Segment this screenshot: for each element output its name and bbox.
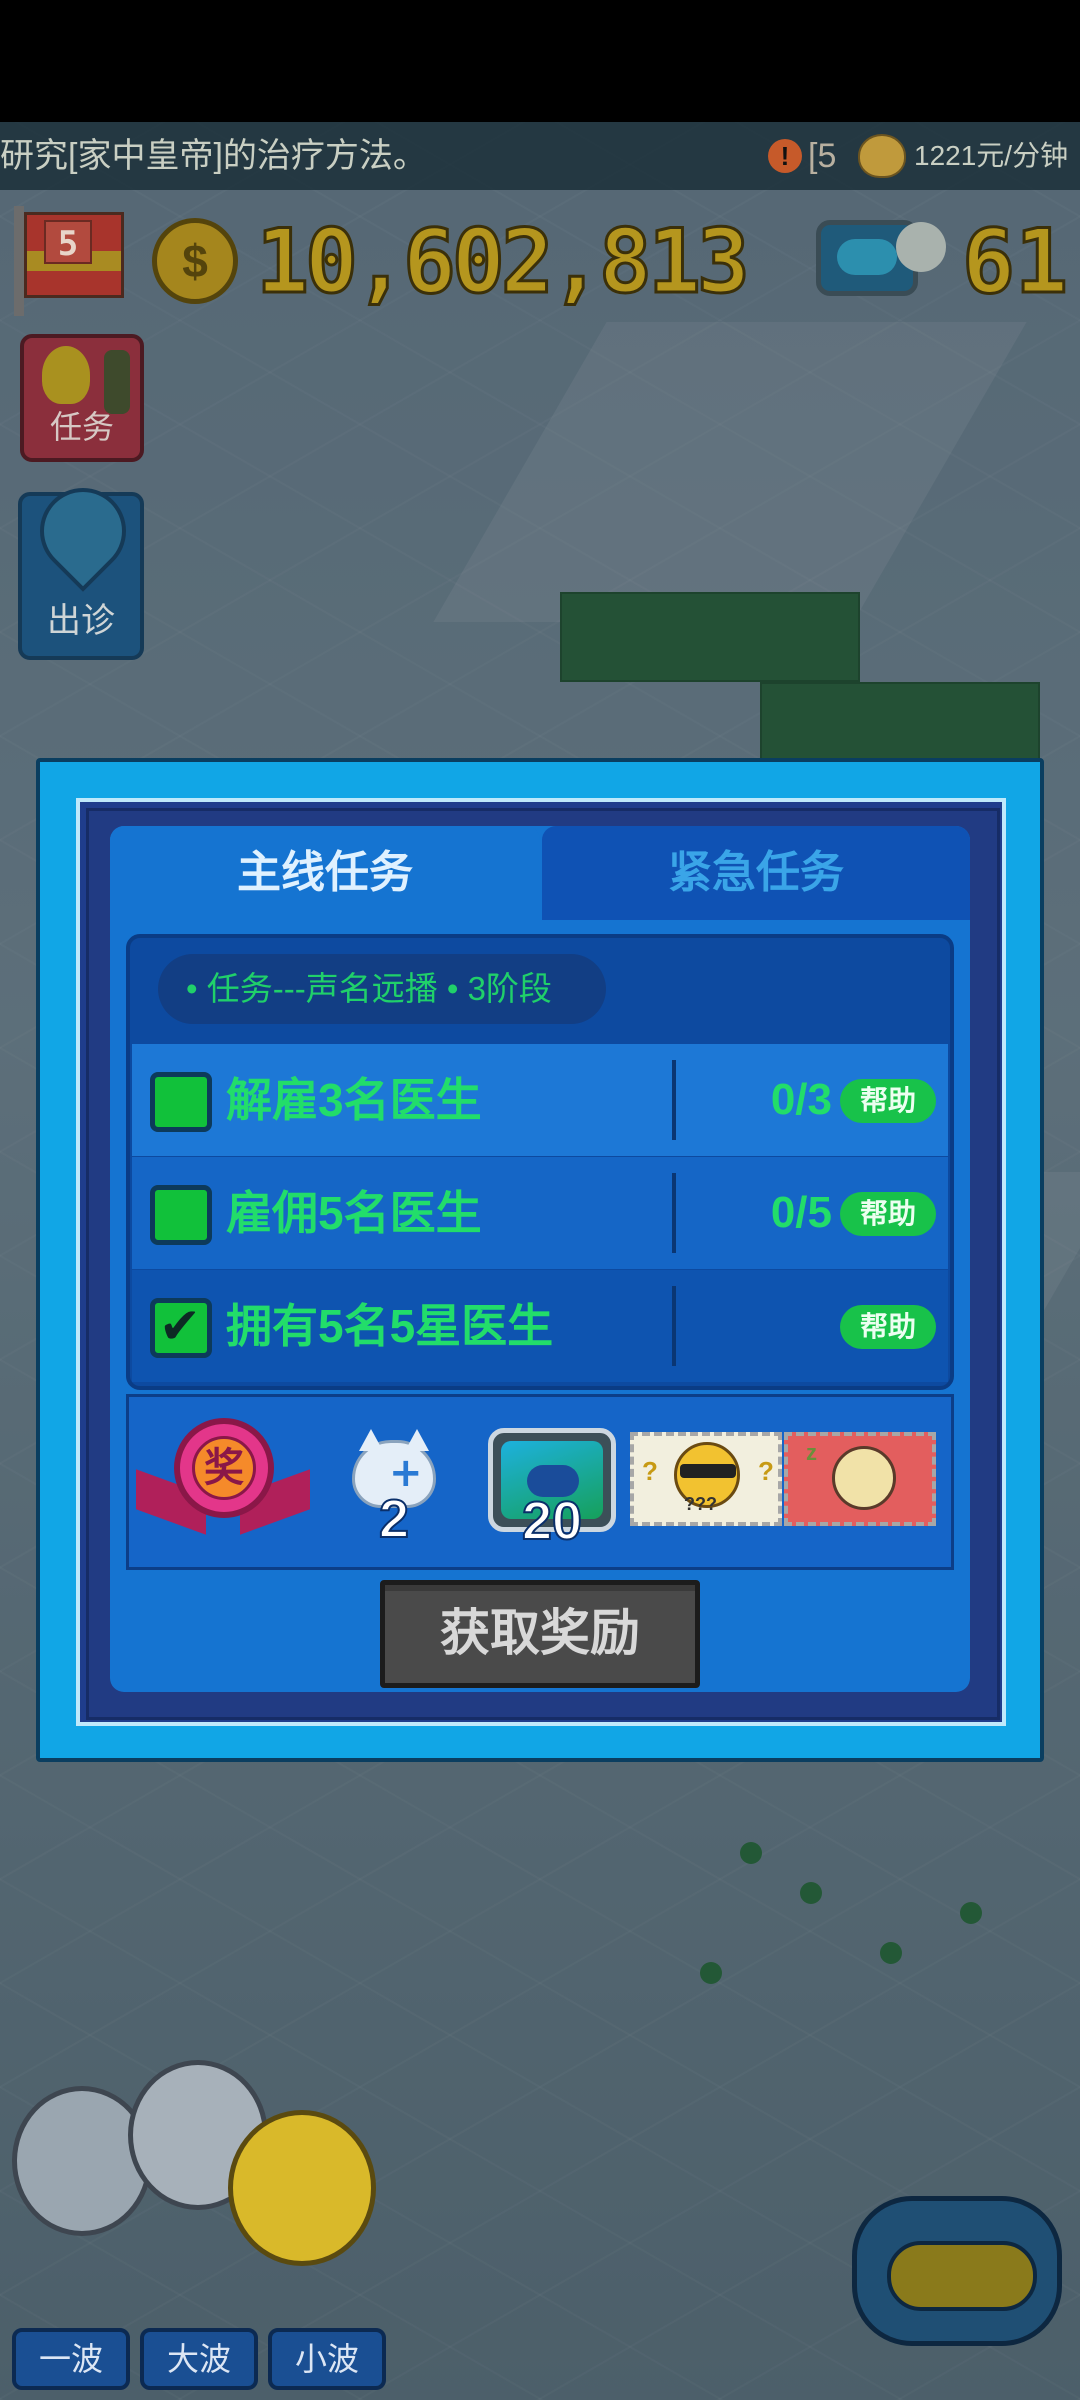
lightbulb-character-icon [12, 2086, 152, 2236]
task-stage-title: • 任务---声名远播 • 3阶段 [158, 954, 606, 1024]
task-checkbox-checked: ✔ [150, 1297, 212, 1358]
plus-icon: + [389, 1450, 423, 1496]
sunglasses-icon [680, 1464, 736, 1478]
medal-icon: 奖 [136, 1418, 310, 1556]
plant [700, 1962, 722, 1984]
plant [800, 1882, 822, 1904]
news-ticker[interactable]: 研究[家中皇帝]的治疗方法。 ! [5 1221元/分钟 [0, 122, 1080, 190]
wave-button-1[interactable]: 一波 [12, 2328, 130, 2390]
task-row: 解雇3名医生 0/3 帮助 [132, 1044, 948, 1156]
checkmark-icon: ✔ [159, 1297, 201, 1355]
lightbulb-icon [42, 346, 90, 404]
sleep-icon: z [806, 1440, 817, 1465]
task-checkbox [150, 1185, 212, 1245]
tab-urgent-quest[interactable]: 紧急任务 [542, 826, 970, 920]
wave-button-3[interactable]: 小波 [268, 2328, 386, 2390]
task-button[interactable]: 任务 [20, 334, 144, 462]
ticker-text: 研究[家中皇帝]的治疗方法。 [0, 137, 427, 175]
task-checkbox [150, 1072, 212, 1132]
lightbulb-character-icon [228, 2110, 376, 2266]
battery-icon [887, 2241, 1037, 2311]
task-row: 雇佣5名医生 0/5 帮助 [132, 1157, 948, 1269]
money-counter: 10,602,813 [255, 209, 752, 315]
status-bar [0, 0, 1080, 122]
floor-tile-area [433, 322, 1027, 622]
cat-ear-left [359, 1429, 383, 1451]
flower-icon [896, 222, 946, 272]
task-label: 雇佣5名医生 [226, 1187, 482, 1239]
gem-counter: 61 [961, 209, 1070, 315]
sleeping-ticket-icon[interactable]: z [784, 1432, 936, 1526]
mystery-marks: ??? [684, 1494, 717, 1514]
fish-reward-count: 20 [521, 1490, 583, 1552]
mystery-ticket-icon[interactable]: ? ? ??? [630, 1432, 782, 1526]
task-label: 拥有5名5星医生 [226, 1300, 554, 1352]
alert-icon[interactable]: ! [768, 139, 802, 173]
coin-icon: $ [152, 218, 238, 304]
medal-character: 奖 [192, 1436, 256, 1500]
cat-reward-count: 2 [378, 1488, 410, 1550]
row-divider [672, 1060, 676, 1140]
cat-battery-icon[interactable] [852, 2196, 1062, 2346]
hedge-block [560, 592, 860, 682]
row-divider [672, 1286, 676, 1366]
house-call-button[interactable]: 出诊 [18, 470, 144, 660]
cat-ear-right [405, 1429, 429, 1451]
plant [960, 1902, 982, 1924]
flag-pole [14, 206, 24, 316]
row-divider [672, 1173, 676, 1253]
plant [740, 1842, 762, 1864]
piggy-bank-icon [858, 134, 906, 178]
task-progress: 0/5 [770, 1188, 832, 1237]
hedge-block [760, 682, 1040, 762]
plant [880, 1942, 902, 1964]
task-row: ✔ 拥有5名5星医生 帮助 [132, 1270, 948, 1382]
tab-main-quest[interactable]: 主线任务 [110, 826, 540, 920]
top-hud: 5 $ 10,602,813 61 [0, 196, 1080, 316]
sleeping-face [832, 1446, 896, 1510]
question-mark: ? [758, 1456, 774, 1486]
help-button[interactable]: 帮助 [840, 1305, 936, 1349]
ticker-bracket-text: [5 [808, 137, 837, 175]
house-call-label: 出诊 [47, 602, 115, 640]
question-mark: ? [642, 1456, 658, 1486]
income-rate: 1221元/分钟 [914, 140, 1069, 171]
task-button-label: 任务 [49, 409, 114, 445]
help-button[interactable]: 帮助 [840, 1192, 936, 1236]
level-number: 5 [44, 220, 92, 264]
task-label: 解雇3名医生 [226, 1074, 482, 1126]
wave-button-2[interactable]: 大波 [140, 2328, 258, 2390]
claim-reward-button[interactable]: 获取奖励 [380, 1580, 700, 1688]
help-button[interactable]: 帮助 [840, 1079, 936, 1123]
level-flag-icon[interactable]: 5 [14, 206, 124, 316]
task-progress: 0/3 [770, 1075, 832, 1124]
